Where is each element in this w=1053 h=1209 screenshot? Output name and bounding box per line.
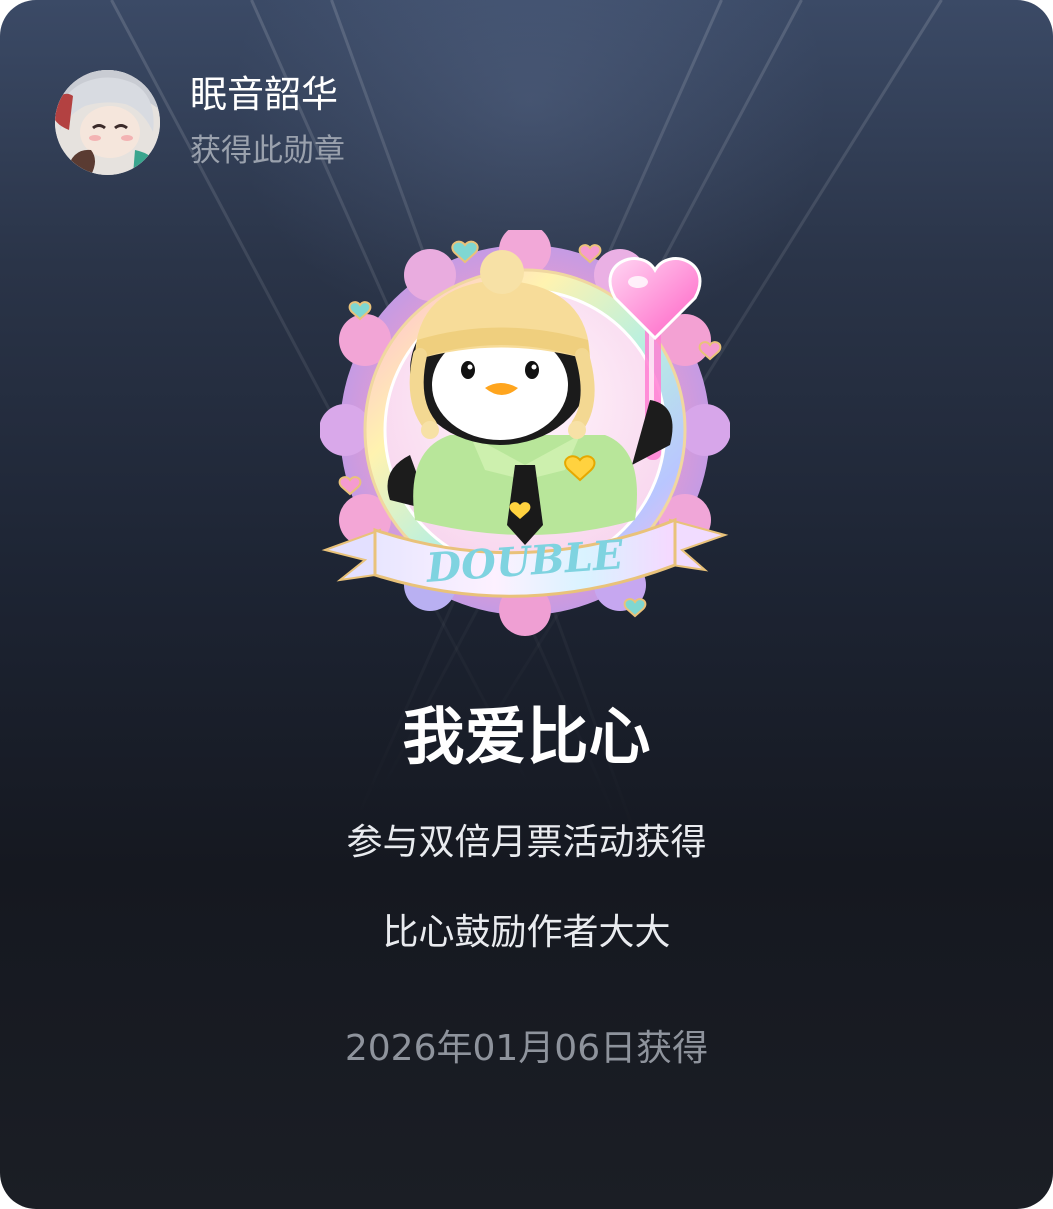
avatar-image <box>55 70 160 175</box>
badge-card: 眠音韶华 获得此勋章 DOUBLE 我爱比心 参与双倍月票活动获得 比心鼓励作者… <box>0 0 1053 1209</box>
badge-title: 我爱比心 <box>402 700 651 773</box>
avatar[interactable] <box>55 70 160 175</box>
user-name: 眠音韶华 <box>190 73 338 116</box>
user-subtitle: 获得此勋章 <box>190 133 345 169</box>
badge-description-line1: 参与双倍月票活动获得 <box>346 822 707 863</box>
obtained-date: 2026年01月06日获得 <box>344 1028 709 1069</box>
badge-description-line2: 比心鼓励作者大大 <box>382 912 671 953</box>
penguin-heart-badge-icon: DOUBLE <box>319 224 731 640</box>
